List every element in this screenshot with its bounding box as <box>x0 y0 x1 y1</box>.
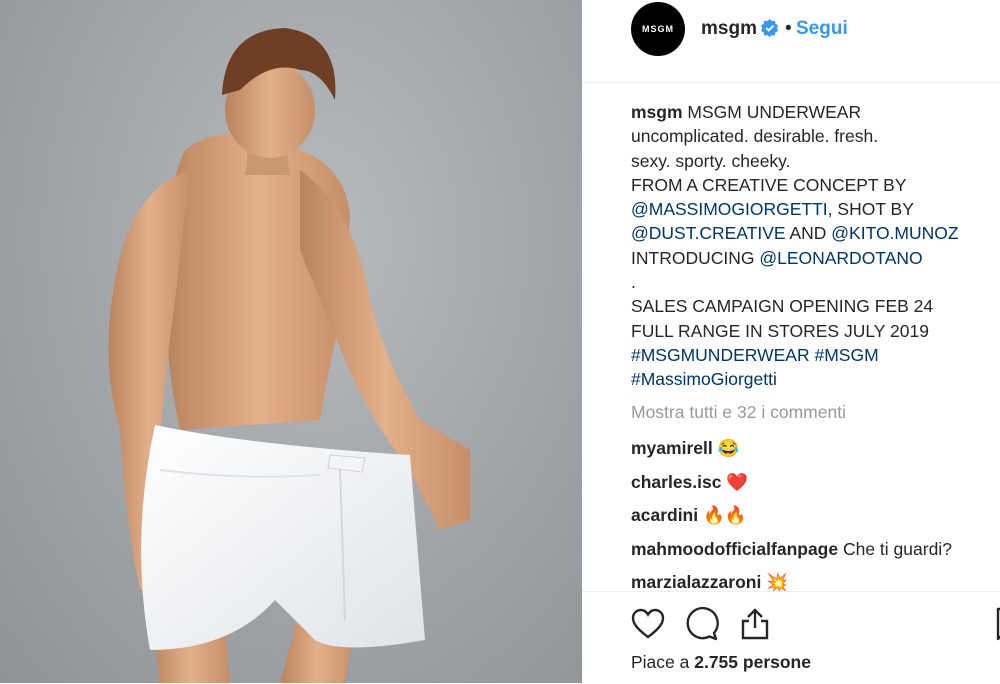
comment-username[interactable]: myamirell <box>631 438 713 458</box>
caption-line: #MassimoGiorgetti <box>631 367 991 391</box>
bookmark-icon[interactable] <box>992 606 1000 642</box>
follow-button[interactable]: Segui <box>796 18 848 40</box>
comment-text: ❤️ <box>721 471 749 492</box>
caption-line: sexy. sporty. cheeky. <box>631 149 991 173</box>
share-icon[interactable] <box>737 606 773 642</box>
mention-link[interactable]: @KITO.MUNOZ <box>831 223 958 243</box>
post-header: MSGM msgm • Segui <box>582 0 1000 83</box>
comment-username[interactable]: marzialazzaroni <box>631 572 761 592</box>
separator-dot: • <box>785 18 792 39</box>
caption-line: . <box>631 270 991 294</box>
comment-list: myamirell 😂 charles.isc ❤️ acardini 🔥🔥 mahm… <box>631 435 1000 603</box>
hashtag-link[interactable]: #MSGM <box>814 345 878 365</box>
caption-line: INTRODUCING @LEONARDOTANO <box>631 246 991 270</box>
likes-prefix: Piace a <box>631 652 695 672</box>
caption-line: @DUST.CREATIVE AND @KITO.MUNOZ <box>631 221 991 245</box>
verified-badge-icon <box>761 19 779 37</box>
caption-text: MSGM UNDERWEAR <box>687 102 862 122</box>
caption-text: . <box>631 272 636 293</box>
comment-username[interactable]: mahmoodofficialfanpage <box>631 539 838 559</box>
hashtag-link[interactable]: #MSGMUNDERWEAR <box>631 345 810 365</box>
account-username[interactable]: msgm <box>701 18 757 40</box>
caption-text: INTRODUCING <box>631 247 760 268</box>
view-all-comments-link[interactable]: Mostra tutti e 32 i commenti <box>631 402 846 423</box>
caption-line: @MASSIMOGIORGETTI, SHOT BY <box>631 197 991 221</box>
caption-line: #MSGMUNDERWEAR #MSGM <box>631 343 991 367</box>
post-photo[interactable] <box>0 0 582 683</box>
comment-username[interactable]: charles.isc <box>631 472 721 492</box>
mention-link[interactable]: @LEONARDOTANO <box>759 248 922 268</box>
comment-text: 😂 <box>712 438 740 458</box>
caption-text: FULL RANGE IN STORES JULY 2019 <box>631 320 929 341</box>
likes-suffix: persone <box>738 652 811 672</box>
avatar[interactable]: MSGM <box>631 2 685 56</box>
caption-line: FROM A CREATIVE CONCEPT BY <box>631 173 991 197</box>
caption-text: , SHOT BY <box>827 199 914 220</box>
comment-item: acardini 🔥🔥 <box>631 502 1000 536</box>
caption-text: AND <box>785 223 832 244</box>
likes-number: 2.755 <box>694 652 739 672</box>
mention-link[interactable]: @DUST.CREATIVE <box>631 223 786 243</box>
heart-icon[interactable] <box>630 606 666 642</box>
comment-text: 💥 <box>761 572 788 592</box>
comment-item: charles.isc ❤️ <box>631 469 1000 503</box>
hashtag-link[interactable]: #MassimoGiorgetti <box>631 369 777 389</box>
caption-line: msgm MSGM UNDERWEAR <box>631 100 991 124</box>
caption-body: msgm MSGM UNDERWEAR uncomplicated. desira… <box>631 100 991 392</box>
mention-link[interactable]: @MASSIMOGIORGETTI <box>631 199 828 219</box>
comment-text: Che ti guardi? <box>838 538 952 559</box>
comment-username[interactable]: acardini <box>631 505 698 525</box>
post-sidebar: MSGM msgm • Segui msgm MSGM UNDERWEAR unc… <box>582 0 1000 683</box>
caption-line: uncomplicated. desirable. fresh. <box>631 124 991 148</box>
comment-icon[interactable] <box>684 606 720 642</box>
caption-line: FULL RANGE IN STORES JULY 2019 <box>631 319 991 343</box>
avatar-logo-text: MSGM <box>642 24 674 34</box>
caption-text: SALES CAMPAIGN OPENING FEB 24 <box>631 296 934 317</box>
caption-text: FROM A CREATIVE CONCEPT BY <box>631 174 907 195</box>
likes-count[interactable]: Piace a 2.755 persone <box>631 652 811 673</box>
post-caption: msgm MSGM UNDERWEAR uncomplicated. desira… <box>631 100 991 392</box>
caption-username[interactable]: msgm <box>631 102 687 122</box>
comment-item: myamirell 😂 <box>631 435 1000 469</box>
comment-item: mahmoodofficialfanpage Che ti guardi? <box>631 536 1000 570</box>
comment-text: 🔥🔥 <box>698 505 747 525</box>
caption-text: uncomplicated. desirable. fresh. <box>631 126 879 147</box>
post-image <box>108 28 470 683</box>
caption-text: sexy. sporty. cheeky. <box>631 150 791 171</box>
caption-line: SALES CAMPAIGN OPENING FEB 24 <box>631 294 991 318</box>
